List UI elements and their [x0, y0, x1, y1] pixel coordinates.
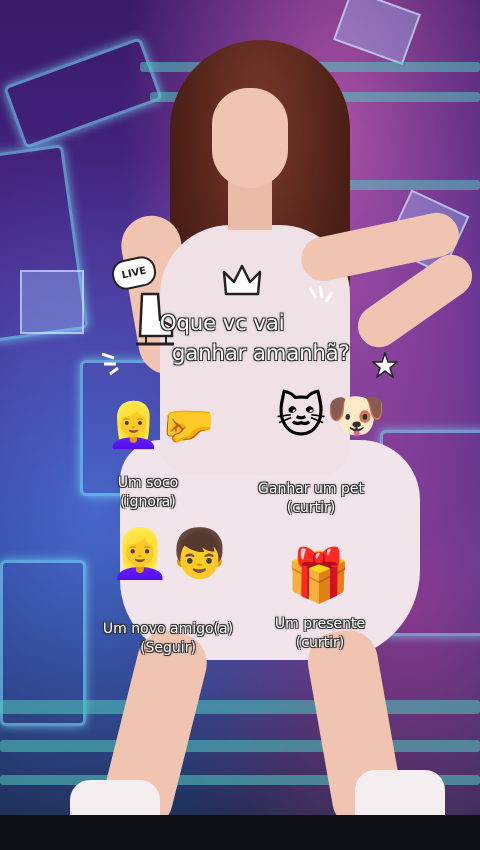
live-badge-label: LIVE — [120, 265, 148, 281]
question-line-1: Oque vc vai — [160, 311, 285, 335]
light-panel — [332, 0, 422, 66]
sparkle-icon — [101, 352, 119, 376]
option-action: (curtir) — [286, 500, 336, 516]
option-label: Um presente — [274, 616, 366, 632]
stage-light-bar — [0, 740, 480, 752]
video-frame[interactable]: LIVE Oque vc vai ganhar amanhã? 👱‍♀️🤛 Um… — [0, 0, 480, 850]
option-action: (ignora) — [120, 494, 176, 510]
gift-emoji-icon: 🎁 — [286, 546, 351, 606]
neon-light — [3, 37, 163, 149]
option-label: Um novo amigo(a) — [102, 621, 234, 637]
question-line-2: ganhar amanhã? — [172, 341, 350, 365]
question-title: Oque vc vai ganhar amanhã? — [160, 308, 390, 368]
option-label: Ganhar um pet — [258, 481, 364, 497]
friend-emoji-icon: 👱‍♀️👦 — [110, 526, 230, 582]
sparkle-icon — [308, 285, 334, 303]
stage-light-bar — [0, 700, 480, 714]
option-action: (Seguir) — [140, 640, 196, 656]
option-friend: Um novo amigo(a) (Seguir) — [78, 620, 258, 658]
option-gift: Um presente (curtir) — [250, 615, 390, 653]
performer-face — [212, 88, 288, 188]
option-label: Um soco — [117, 475, 179, 491]
option-pet: Ganhar um pet (curtir) — [236, 480, 386, 518]
pet-emoji-icon: 🐱🐶 — [276, 388, 386, 444]
punch-emoji-icon: 👱‍♀️🤛 — [106, 400, 216, 451]
option-punch: Um soco (ignora) — [88, 474, 208, 512]
light-panel — [20, 270, 84, 334]
crown-icon — [222, 264, 262, 296]
stage-floor — [0, 815, 480, 850]
option-action: (curtir) — [295, 635, 345, 651]
